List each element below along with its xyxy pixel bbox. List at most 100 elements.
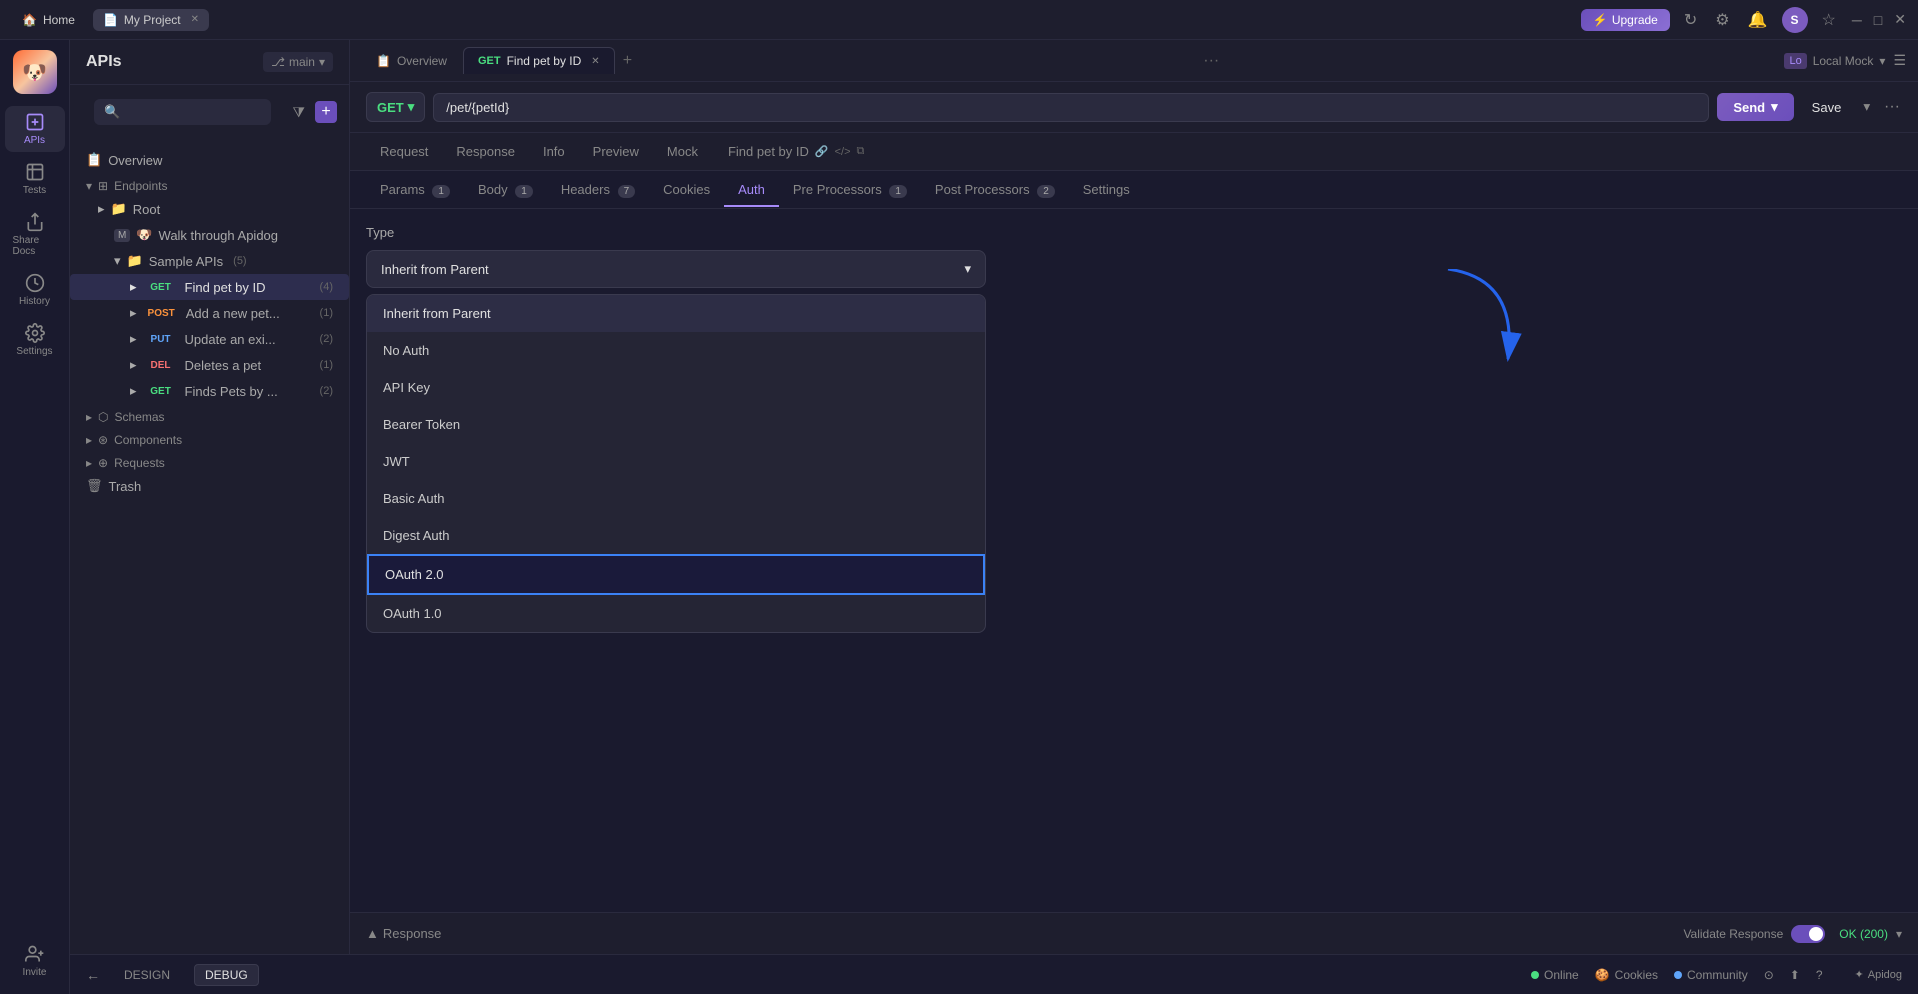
minimize-button[interactable]: ─ — [1852, 12, 1862, 28]
help-icon: ? — [1816, 968, 1823, 982]
nav-overview[interactable]: 📋 Overview — [70, 147, 349, 173]
nav-add-pet[interactable]: ▸ POST Add a new pet... (1) — [70, 300, 349, 326]
env-label: Local Mock — [1813, 54, 1874, 68]
close-window-button[interactable]: ✕ — [1894, 11, 1906, 28]
nav-update-pet[interactable]: ▸ PUT Update an exi... (2) — [70, 326, 349, 352]
method-select[interactable]: GET ▾ — [366, 92, 425, 122]
tab-method-label: GET — [478, 55, 501, 67]
tab-overview[interactable]: 📋 Overview — [362, 48, 461, 74]
close-tab-icon[interactable]: ✕ — [191, 14, 199, 25]
send-button[interactable]: Send ▾ — [1717, 93, 1793, 121]
tab-response[interactable]: Response — [442, 136, 529, 169]
sub-tab-pre-processors[interactable]: Pre Processors 1 — [779, 174, 921, 207]
sidebar-item-settings[interactable]: Settings — [5, 317, 65, 363]
dropdown-item-inherit[interactable]: Inherit from Parent — [367, 295, 985, 332]
sub-tab-post-processors[interactable]: Post Processors 2 — [921, 174, 1069, 207]
code-icon[interactable]: </> — [835, 146, 851, 158]
community-dot — [1674, 971, 1682, 979]
apis-label: APIs — [24, 135, 45, 146]
copy-icon[interactable]: ⧉ — [857, 145, 865, 158]
content-area: 📋 Overview GET Find pet by ID ✕ + ··· Lo… — [350, 40, 1918, 994]
dropdown-item-bearer-token[interactable]: Bearer Token — [367, 406, 985, 443]
sub-tab-headers[interactable]: Headers 7 — [547, 174, 649, 207]
sub-tab-auth[interactable]: Auth — [724, 174, 779, 207]
dropdown-item-jwt[interactable]: JWT — [367, 443, 985, 480]
nav-find-pet[interactable]: ▸ GET Find pet by ID (4) — [70, 274, 349, 300]
link-icon[interactable]: 🔗 — [815, 145, 829, 158]
close-tab-x[interactable]: ✕ — [591, 56, 599, 67]
save-dropdown-button[interactable]: ▾ — [1859, 93, 1874, 121]
sub-tab-body[interactable]: Body 1 — [464, 174, 547, 207]
dropdown-item-basic-auth[interactable]: Basic Auth — [367, 480, 985, 517]
dropdown-item-oauth2[interactable]: OAuth 2.0 — [367, 554, 985, 595]
nav-trash[interactable]: 🗑 Trash — [70, 473, 349, 499]
status-icon-2[interactable]: ⬆ — [1790, 968, 1800, 982]
sidebar-item-history[interactable]: History — [5, 267, 65, 313]
nav-schemas-section[interactable]: ▸ ⬡ Schemas — [70, 404, 349, 427]
status-icon-1[interactable]: ⊙ — [1764, 968, 1774, 982]
tab-mock[interactable]: Mock — [653, 136, 712, 169]
validate-response-section: Validate Response OK (200) ▾ — [1683, 925, 1902, 943]
hamburger-menu[interactable]: ☰ — [1893, 52, 1906, 69]
branch-label: main — [289, 55, 315, 69]
add-endpoint-button[interactable]: + — [315, 101, 337, 123]
requests-icon: ⊕ — [98, 456, 108, 470]
filter-button[interactable]: ⧩ — [289, 102, 310, 123]
dropdown-item-digest-auth[interactable]: Digest Auth — [367, 517, 985, 554]
branch-selector[interactable]: ⎇ main ▾ — [263, 52, 333, 72]
sidebar-item-invite[interactable]: Invite — [5, 938, 65, 984]
refresh-button[interactable]: ↻ — [1680, 8, 1701, 32]
status-right: Online 🍪 Cookies Community ⊙ ⬆ ? — [1531, 968, 1823, 982]
params-label: Params — [380, 182, 425, 197]
sub-tab-cookies[interactable]: Cookies — [649, 174, 724, 207]
url-input[interactable] — [433, 93, 1709, 122]
upgrade-label: Upgrade — [1612, 13, 1658, 27]
tab-more-button[interactable]: ··· — [1203, 52, 1219, 70]
dropdown-item-api-key[interactable]: API Key — [367, 369, 985, 406]
nav-walkthrough[interactable]: M 🐶 Walk through Apidog — [70, 222, 349, 248]
project-tab[interactable]: 📄 My Project ✕ — [93, 9, 209, 31]
settings-icon-button[interactable]: ⚙ — [1711, 8, 1733, 32]
nav-finds-pets[interactable]: ▸ GET Finds Pets by ... (2) — [70, 378, 349, 404]
env-selector[interactable]: Lo Local Mock ▾ — [1784, 53, 1885, 69]
tab-preview[interactable]: Preview — [579, 136, 653, 169]
community-status[interactable]: Community — [1674, 968, 1748, 982]
validate-toggle[interactable] — [1791, 925, 1825, 943]
home-tab[interactable]: 🏠 Home — [12, 9, 85, 31]
ok-badge: OK (200) — [1839, 927, 1888, 941]
add-tab-button[interactable]: + — [617, 50, 638, 72]
nav-requests-section[interactable]: ▸ ⊕ Requests — [70, 450, 349, 473]
trash-icon: 🗑 — [86, 478, 103, 494]
sidebar-item-apis[interactable]: APIs — [5, 106, 65, 152]
upgrade-button[interactable]: ⚡ Upgrade — [1581, 9, 1670, 31]
ok-chevron[interactable]: ▾ — [1896, 927, 1902, 941]
notification-button[interactable]: 🔔 — [1744, 8, 1772, 32]
save-button[interactable]: Save — [1802, 94, 1852, 121]
online-status[interactable]: Online — [1531, 968, 1579, 982]
sub-tab-params[interactable]: Params 1 — [366, 174, 464, 207]
type-chevron: ▾ — [964, 261, 971, 277]
tab-info[interactable]: Info — [529, 136, 579, 169]
dropdown-item-oauth1[interactable]: OAuth 1.0 — [367, 595, 985, 632]
nav-sample-apis[interactable]: ▾ 📁 Sample APIs (5) — [70, 248, 349, 274]
sidebar-item-tests[interactable]: Tests — [5, 156, 65, 202]
star-button[interactable]: ☆ — [1818, 8, 1840, 32]
nav-components-section[interactable]: ▸ ⊛ Components — [70, 427, 349, 450]
pre-processors-label: Pre Processors — [793, 182, 882, 197]
cookies-status[interactable]: 🍪 Cookies — [1595, 968, 1658, 982]
search-input[interactable] — [126, 105, 260, 119]
nav-root[interactable]: ▸ 📁 Root — [70, 196, 349, 222]
status-icon-3[interactable]: ? — [1816, 968, 1823, 982]
nav-delete-pet[interactable]: ▸ DEL Deletes a pet (1) — [70, 352, 349, 378]
tab-request[interactable]: Request — [366, 136, 442, 169]
type-select[interactable]: Inherit from Parent ▾ — [366, 250, 986, 288]
tests-icon — [25, 162, 45, 182]
nav-endpoints-section[interactable]: ▾ ⊞ Endpoints — [70, 173, 349, 196]
url-more-button[interactable]: ··· — [1882, 96, 1902, 118]
dropdown-item-no-auth[interactable]: No Auth — [367, 332, 985, 369]
sub-tab-settings[interactable]: Settings — [1069, 174, 1144, 207]
tab-find-pet[interactable]: GET Find pet by ID ✕ — [463, 47, 615, 74]
sidebar-item-share-docs[interactable]: Share Docs — [5, 206, 65, 263]
response-toggle[interactable]: ▲ Response — [366, 926, 441, 941]
maximize-button[interactable]: □ — [1874, 12, 1882, 28]
